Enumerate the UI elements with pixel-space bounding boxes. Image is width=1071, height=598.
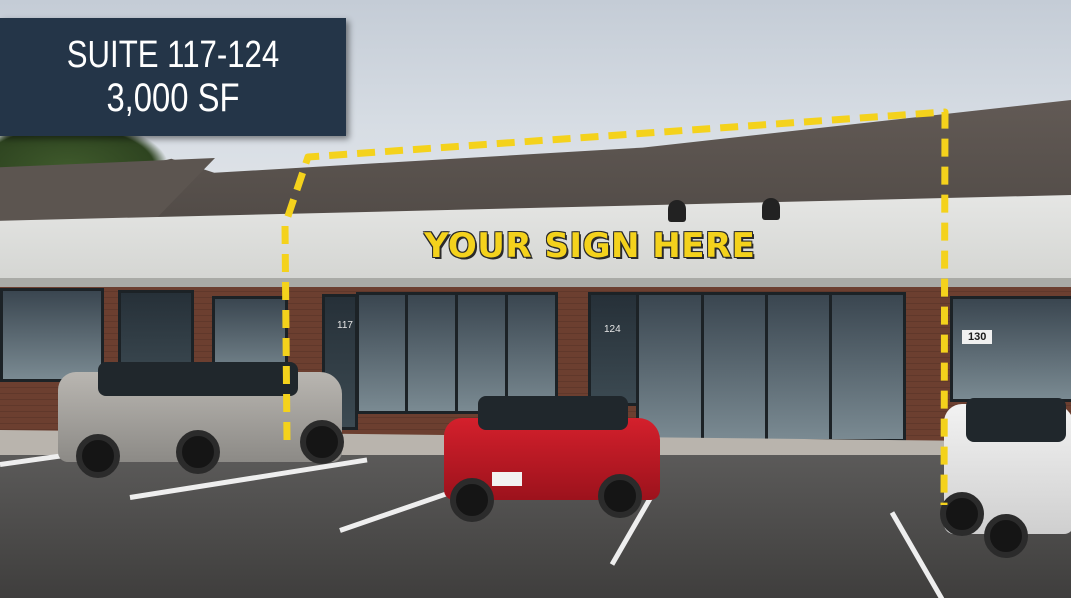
suite-size: 3,000 SF (106, 76, 240, 120)
suite-number: SUITE 117-124 (66, 34, 280, 76)
suite-info-label: SUITE 117-124 3,000 SF (0, 18, 346, 136)
sign-placeholder-text: YOUR SIGN HERE (424, 226, 756, 266)
storefront-photo: 117 124 130 YOUR SIGN HERE SUITE 117-124… (0, 0, 1071, 598)
